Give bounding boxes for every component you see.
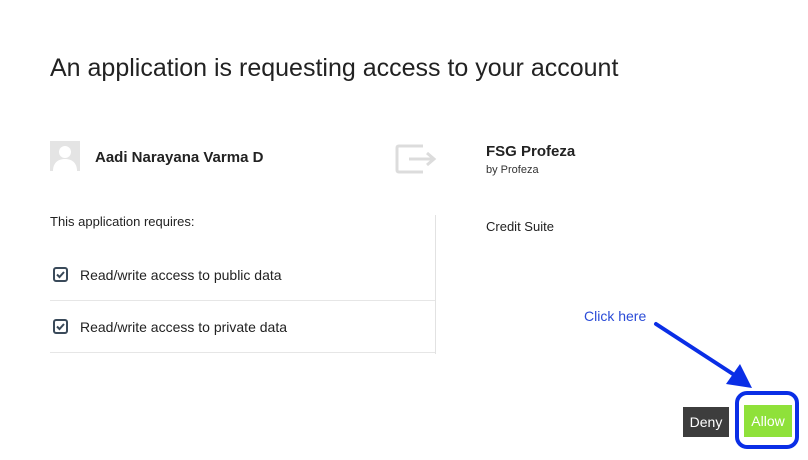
column-divider xyxy=(435,215,436,354)
annotation-label: Click here xyxy=(584,308,647,324)
checkbox-checked-icon xyxy=(53,267,68,282)
checkbox-checked-icon xyxy=(53,319,68,334)
application-publisher: by Profeza xyxy=(486,164,539,176)
application-name: FSG Profeza xyxy=(486,143,576,160)
application-suite: Credit Suite xyxy=(486,219,554,234)
sign-in-arrow-icon xyxy=(395,143,439,175)
user-avatar-icon xyxy=(50,141,80,171)
allow-button[interactable]: Allow xyxy=(744,405,792,437)
page-title: An application is requesting access to y… xyxy=(50,54,619,82)
permission-label: Read/write access to public data xyxy=(80,266,282,283)
permission-item-private: Read/write access to private data xyxy=(50,301,435,353)
permission-item-public: Read/write access to public data xyxy=(50,249,435,301)
permission-label: Read/write access to private data xyxy=(80,318,287,335)
permission-list: Read/write access to public data Read/wr… xyxy=(50,249,435,353)
permissions-heading: This application requires: xyxy=(50,214,195,229)
deny-button[interactable]: Deny xyxy=(683,407,729,437)
annotation-arrow-icon xyxy=(654,322,752,388)
user-name: Aadi Narayana Varma D xyxy=(95,149,264,166)
oauth-consent-page: An application is requesting access to y… xyxy=(0,0,808,460)
